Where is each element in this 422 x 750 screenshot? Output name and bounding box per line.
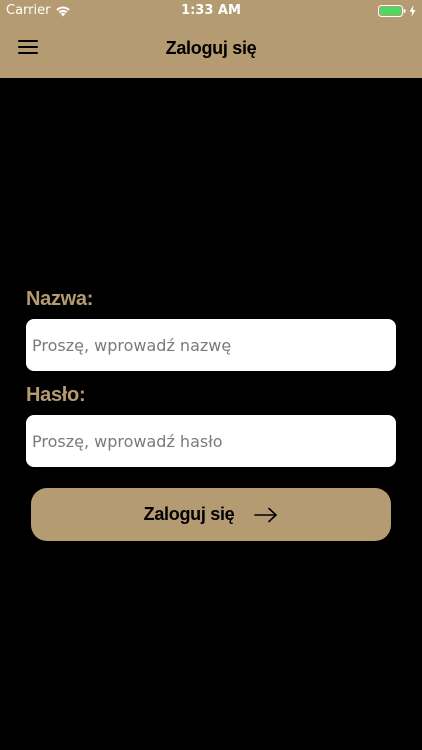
login-button-label: Zaloguj się	[143, 504, 235, 524]
nav-bar: Zaloguj się	[0, 22, 422, 78]
password-label: Hasło:	[26, 384, 86, 406]
charging-icon	[409, 5, 416, 17]
login-screen: Carrier 1:33 AM Zaloguj się Nazwa: Prosz…	[0, 0, 422, 750]
password-input[interactable]	[26, 415, 396, 467]
battery-indicator	[378, 5, 416, 17]
username-label: Nazwa:	[26, 288, 94, 310]
page-title: Zaloguj się	[165, 38, 257, 58]
login-button[interactable]: Zaloguj się	[31, 488, 391, 541]
status-bar: Carrier 1:33 AM	[0, 0, 422, 22]
arrow-right-icon	[254, 507, 278, 523]
status-time: 1:33 AM	[181, 3, 241, 18]
header: Carrier 1:33 AM Zaloguj się	[0, 0, 422, 78]
username-input[interactable]	[26, 319, 396, 371]
battery-icon	[378, 5, 406, 17]
